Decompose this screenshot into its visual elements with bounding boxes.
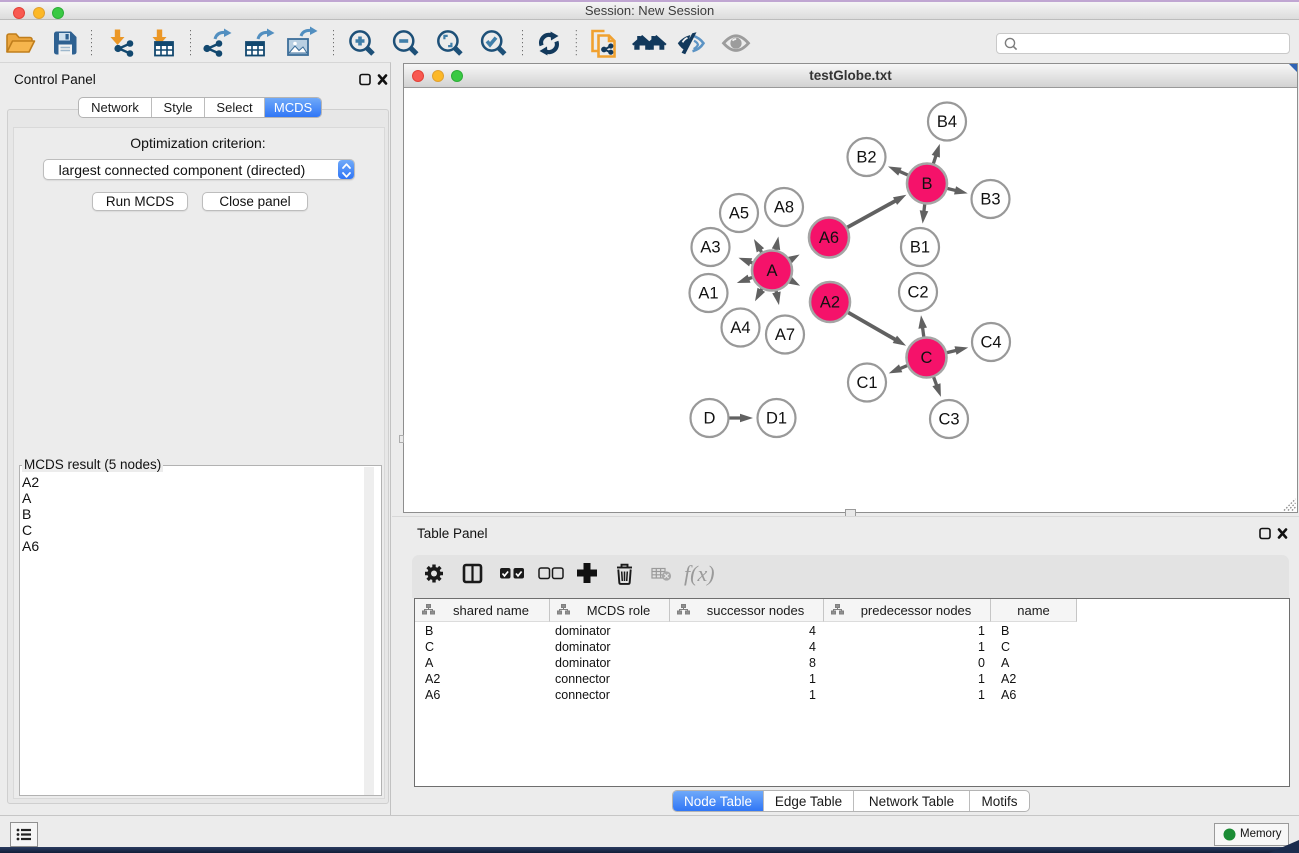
svg-text:B3: B3 [980, 191, 1000, 209]
svg-text:C1: C1 [856, 374, 877, 392]
svg-text:A: A [766, 262, 777, 280]
svg-text:B4: B4 [937, 113, 957, 131]
svg-text:f(x): f(x) [684, 561, 715, 586]
svg-text:A8: A8 [774, 199, 794, 217]
svg-text:B2: B2 [856, 149, 876, 167]
svg-text:B1: B1 [910, 239, 930, 257]
svg-text:D1: D1 [766, 410, 787, 428]
svg-text:D: D [704, 410, 716, 428]
svg-text:A2: A2 [820, 294, 840, 312]
svg-text:C4: C4 [980, 334, 1001, 352]
svg-text:A5: A5 [729, 205, 749, 223]
svg-text:C3: C3 [938, 411, 959, 429]
svg-text:A6: A6 [819, 229, 839, 247]
svg-text:B: B [921, 175, 932, 193]
svg-text:A3: A3 [700, 239, 720, 257]
svg-text:A7: A7 [775, 326, 795, 344]
svg-text:A1: A1 [698, 285, 718, 303]
svg-text:C2: C2 [907, 284, 928, 302]
svg-text:A4: A4 [730, 319, 750, 337]
svg-text:C: C [921, 349, 933, 367]
